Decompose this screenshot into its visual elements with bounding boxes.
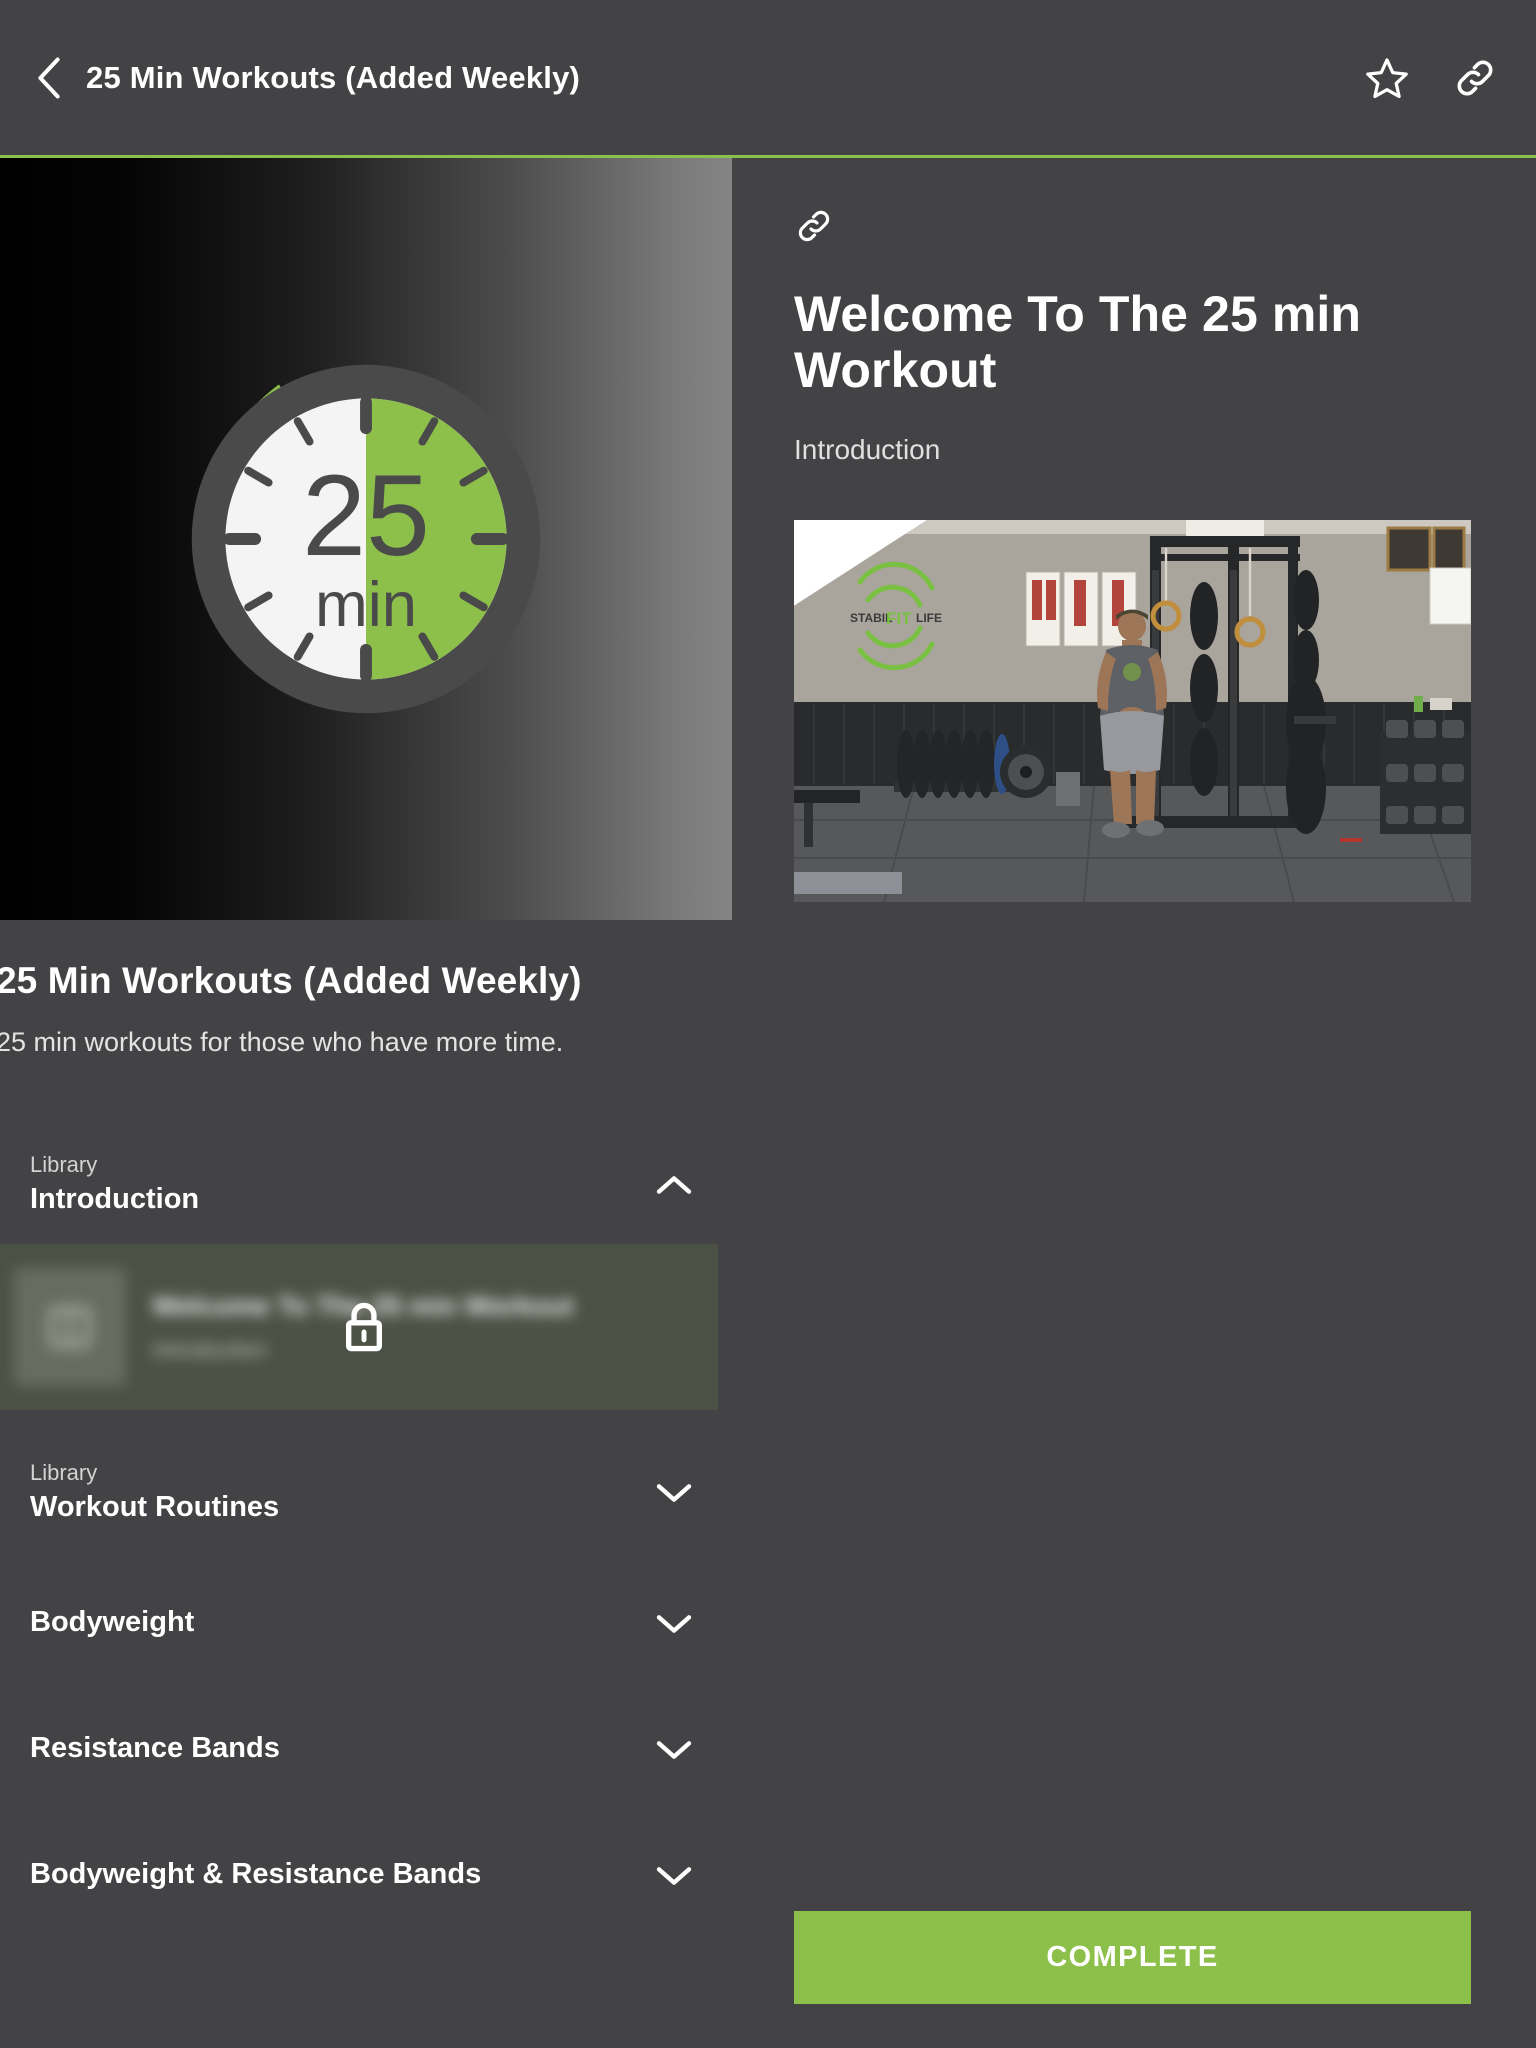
hero-timer-value: 25 xyxy=(302,452,430,580)
section-title: Resistance Bands xyxy=(30,1732,280,1765)
course-hero-image: 25 min xyxy=(0,158,732,920)
layout-spacer xyxy=(794,902,1484,1911)
section-title: Introduction xyxy=(30,1183,200,1216)
list-item[interactable]: Welcome To The 25 min Workout Introducti… xyxy=(0,1243,718,1410)
topbar-actions xyxy=(1364,55,1498,101)
curriculum-sections: Library Introduction Welcome To The 25 m… xyxy=(0,1132,732,1924)
complete-button[interactable]: COMPLETE xyxy=(794,1911,1471,2004)
video-thumbnail: STABIL FIT LIFE xyxy=(794,520,1471,903)
section-title: Bodyweight xyxy=(30,1606,195,1639)
section-header-workout-routines[interactable]: Library Workout Routines xyxy=(0,1440,732,1546)
back-chevron-left-icon[interactable] xyxy=(34,56,64,99)
wall-logo-text-3: LIFE xyxy=(916,611,942,625)
section-resistance-bands: Resistance Bands xyxy=(0,1702,732,1798)
lesson-pane: Welcome To The 25 min Workout Introducti… xyxy=(732,158,1536,2048)
section-introduction: Library Introduction Welcome To The 25 m… xyxy=(0,1132,732,1410)
course-title: 25 Min Workouts (Added Weekly) xyxy=(0,960,582,1001)
section-title: Workout Routines xyxy=(30,1491,280,1524)
chevron-down-icon[interactable] xyxy=(654,1611,694,1637)
chevron-down-icon[interactable] xyxy=(654,1737,694,1763)
lock-icon xyxy=(345,1302,383,1351)
stopwatch-25-min-icon: 25 min xyxy=(191,364,541,714)
topbar-left-group: 25 Min Workouts (Added Weekly) xyxy=(34,56,1364,99)
course-description: 25 min workouts for those who have more … xyxy=(0,1026,564,1057)
link-icon[interactable] xyxy=(1452,55,1498,101)
section-bodyweight: Bodyweight xyxy=(0,1576,732,1672)
lesson-subheading: Introduction xyxy=(794,434,941,465)
chevron-up-icon[interactable] xyxy=(654,1172,694,1198)
lesson-link-icon[interactable] xyxy=(794,206,834,246)
section-header-bodyweight[interactable]: Bodyweight xyxy=(0,1576,732,1672)
section-eyebrow: Library xyxy=(30,1459,98,1485)
top-app-bar: 25 Min Workouts (Added Weekly) xyxy=(0,0,1536,158)
hero-timer-unit: min xyxy=(315,570,417,640)
lesson-video-player[interactable]: STABIL FIT LIFE xyxy=(794,520,1471,903)
section-header-resistance-bands[interactable]: Resistance Bands xyxy=(0,1702,732,1798)
course-player-app: 25 Min Workouts (Added Weekly) 25 min 25… xyxy=(0,0,1536,2048)
wall-logo-text-2: FIT xyxy=(886,609,912,628)
section-header-bodyweight-and-resistance-bands[interactable]: Bodyweight & Resistance Bands xyxy=(0,1828,732,1924)
section-title: Bodyweight & Resistance Bands xyxy=(30,1858,482,1891)
course-sidebar: 25 min 25 Min Workouts (Added Weekly) 25… xyxy=(0,158,732,2048)
chevron-down-icon[interactable] xyxy=(654,1480,694,1506)
section-header-introduction[interactable]: Library Introduction xyxy=(0,1132,732,1238)
content-body: 25 min 25 Min Workouts (Added Weekly) 25… xyxy=(0,158,1536,2048)
page-title: 25 Min Workouts (Added Weekly) xyxy=(86,59,581,95)
section-eyebrow: Library xyxy=(30,1151,98,1177)
section-workout-routines: Library Workout Routines xyxy=(0,1440,732,1546)
chevron-down-icon[interactable] xyxy=(654,1863,694,1889)
lesson-heading: Welcome To The 25 min Workout xyxy=(794,286,1362,398)
section-bodyweight-and-resistance-bands: Bodyweight & Resistance Bands xyxy=(0,1828,732,1924)
lesson-thumbnail xyxy=(14,1267,126,1386)
star-icon[interactable] xyxy=(1364,55,1410,101)
section-body-introduction: Welcome To The 25 min Workout Introducti… xyxy=(0,1238,732,1410)
book-icon xyxy=(49,1306,91,1347)
